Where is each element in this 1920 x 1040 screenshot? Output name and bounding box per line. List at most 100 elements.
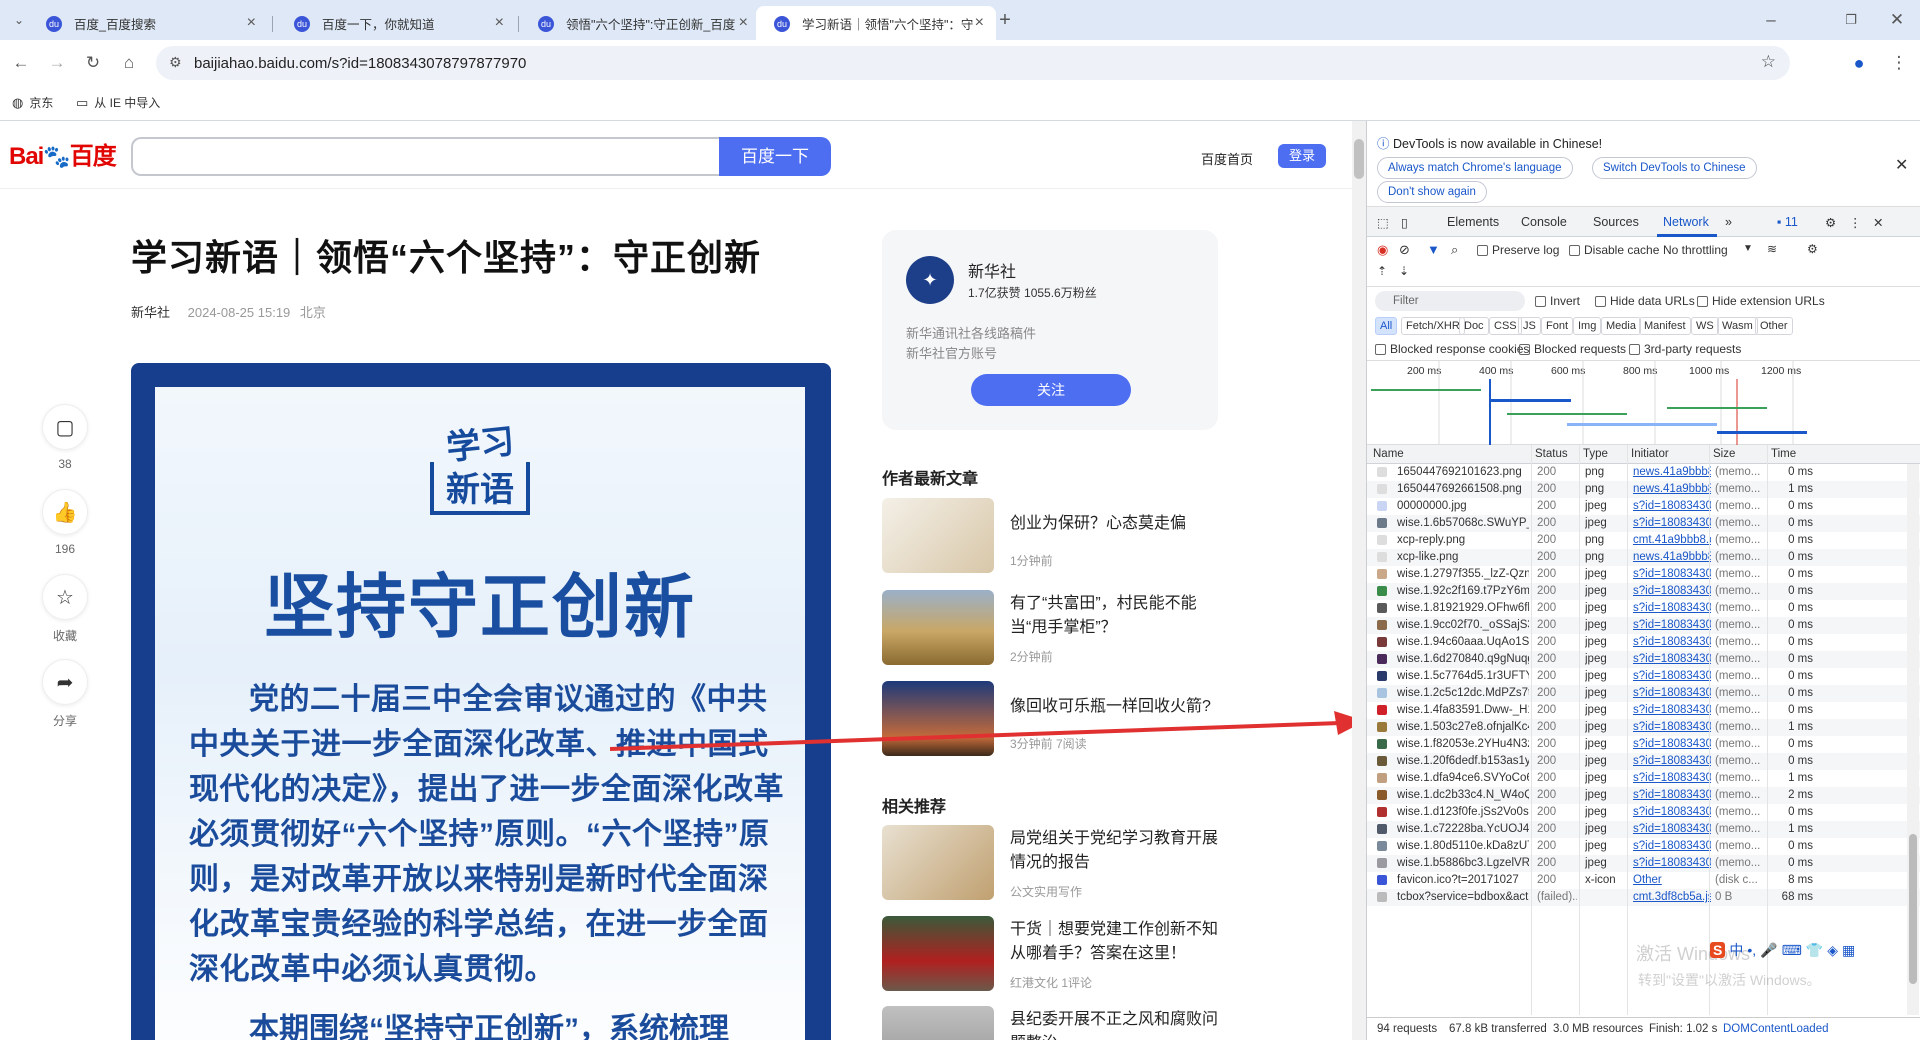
column-initiator[interactable]: Initiator — [1631, 448, 1669, 460]
table-row[interactable]: wise.1.94c60aaa.UqAo1SOO... 200 jpeg s?id=1… — [1367, 634, 1920, 651]
filter-icon[interactable]: ▼ — [1427, 242, 1440, 257]
close-window-icon[interactable]: ✕ — [1884, 7, 1910, 33]
request-name[interactable]: xcp-like.png — [1397, 551, 1529, 563]
request-name[interactable]: wise.1.9cc02f70._oSSajS3ka... — [1397, 619, 1529, 631]
checkbox-icon[interactable] — [1595, 296, 1606, 308]
request-initiator[interactable]: s?id=180834307 — [1633, 772, 1711, 784]
tab-sources[interactable]: Sources — [1593, 215, 1639, 229]
article-card-title[interactable]: 创业为保研？心态莫走偏 — [1010, 512, 1220, 536]
checkbox-icon[interactable] — [1629, 344, 1640, 356]
table-row[interactable]: tcbox?service=bdbox&actio... (failed)... c… — [1367, 889, 1920, 906]
checkbox-icon[interactable] — [1535, 296, 1546, 308]
latest-article-card[interactable]: 有了“共富田”，村民能不能当“甩手掌柜”？ 2分钟前 — [882, 590, 1222, 670]
network-overview-timeline[interactable]: 200 ms 400 ms 600 ms 800 ms 1000 ms 1200… — [1367, 361, 1920, 445]
toolbox-icon[interactable]: ▦ — [1842, 942, 1855, 959]
request-initiator[interactable]: s?id=180834307 — [1633, 687, 1711, 699]
request-initiator[interactable]: s?id=180834307 — [1633, 619, 1711, 631]
url-text[interactable]: baijiahao.baidu.com/s?id=180834307879787… — [194, 55, 526, 72]
table-row[interactable]: wise.1.b5886bc3.LgzelVR0e... 200 jpeg s?id=… — [1367, 855, 1920, 872]
article-card-title[interactable]: 县纪委开展不正之风和腐败问题整治 — [1010, 1008, 1220, 1040]
latest-article-card[interactable]: 像回收可乐瓶一样回收火箭? 3分钟前 7阅读 — [882, 681, 1222, 761]
type-filter-other[interactable]: Other — [1755, 317, 1793, 335]
request-name[interactable]: tcbox?service=bdbox&actio... — [1397, 891, 1529, 903]
clear-icon[interactable]: ⊘ — [1399, 242, 1410, 258]
request-initiator[interactable]: cmt.3df8cb5a.js: — [1633, 891, 1711, 903]
request-initiator[interactable]: news.41a9bbb8.j — [1633, 483, 1711, 495]
request-initiator[interactable]: s?id=180834307 — [1633, 704, 1711, 716]
table-row[interactable]: favicon.ico?t=20171027 200 x-icon Other (dis… — [1367, 872, 1920, 889]
table-row[interactable]: wise.1.dc2b33c4.N_W4oQo... 200 jpeg s?id=18… — [1367, 787, 1920, 804]
keyboard-icon[interactable]: ⌨ — [1782, 942, 1802, 959]
request-initiator[interactable]: cmt.41a9bbb8.ch — [1633, 534, 1711, 546]
record-icon[interactable]: ◉ — [1377, 242, 1388, 258]
browser-tab-3[interactable]: du 领悟"六个坚持":守正创新_百度 × — [520, 6, 760, 40]
table-row[interactable]: wise.1.4fa83591.Dww-_H14... 200 jpeg s?id=1… — [1367, 702, 1920, 719]
bookmark-jd[interactable]: ◍ 京东 — [12, 94, 53, 111]
request-name[interactable]: xcp-reply.png — [1397, 534, 1529, 546]
table-row[interactable]: wise.1.2797f355._lzZ-Qzntvk... 200 jpeg s?i… — [1367, 566, 1920, 583]
table-row[interactable]: wise.1.92c2f169.t7PzY6meV... 200 jpeg s?id=… — [1367, 583, 1920, 600]
tab-elements[interactable]: Elements — [1447, 215, 1499, 229]
request-name[interactable]: wise.1.81921929.OFhw6fhvJ... — [1397, 602, 1529, 614]
request-initiator[interactable]: s?id=180834307 — [1633, 806, 1711, 818]
import-har-icon[interactable]: ⇡ — [1377, 264, 1387, 278]
table-row[interactable]: wise.1.c72228ba.YcUOJ4DN... 200 jpeg s?id=1… — [1367, 821, 1920, 838]
dropdown-arrow-icon[interactable]: ▼ — [1743, 243, 1753, 254]
table-row[interactable]: wise.1.dfa94ce6.SVYoCo6zC... 200 jpeg s?id=… — [1367, 770, 1920, 787]
column-status[interactable]: Status — [1535, 448, 1568, 460]
request-name[interactable]: wise.1.6b57068c.SWuYP_oV... — [1397, 517, 1529, 529]
inspect-element-icon[interactable]: ⬚ — [1377, 215, 1389, 230]
browser-tab-4-active[interactable]: du 学习新语｜领悟"六个坚持"：守 × — [756, 6, 996, 40]
scrollbar-thumb[interactable] — [1909, 834, 1917, 984]
request-initiator[interactable]: s?id=180834307 — [1633, 755, 1711, 767]
table-row[interactable]: wise.1.81921929.OFhw6fhvJ... 200 jpeg s?id=… — [1367, 600, 1920, 617]
request-initiator[interactable]: s?id=180834307 — [1633, 789, 1711, 801]
preserve-log-toggle[interactable]: Preserve log — [1477, 243, 1559, 257]
checkbox-icon[interactable] — [1697, 296, 1708, 308]
latest-article-card[interactable]: 创业为保研？心态莫走偏 1分钟前 — [882, 498, 1222, 578]
disable-cache-toggle[interactable]: Disable cache — [1569, 243, 1659, 257]
request-name[interactable]: wise.1.f82053e.2YHu4N3ztd... — [1397, 738, 1529, 750]
request-name[interactable]: wise.1.2c5c12dc.MdPZs7tGL... — [1397, 687, 1529, 699]
type-filter-css[interactable]: CSS — [1489, 317, 1522, 335]
table-row[interactable]: 00000000.jpg 200 jpeg s?id=180834307 (memo..… — [1367, 498, 1920, 515]
throttling-select[interactable]: No throttling — [1663, 243, 1728, 257]
request-name[interactable]: wise.1.503c27e8.ofnjalKc4C... — [1397, 721, 1529, 733]
type-filter-fetch[interactable]: Fetch/XHR — [1401, 317, 1465, 335]
settings-gear-icon[interactable]: ⚙ — [1825, 215, 1836, 230]
article-thumbnail[interactable] — [882, 590, 994, 665]
related-article-card[interactable]: 干货｜想要党建工作创新不知从哪着手？答案在这里！ 红港文化 1评论 — [882, 916, 1222, 996]
microphone-icon[interactable]: 🎤 — [1760, 942, 1777, 959]
checkbox-icon[interactable] — [1569, 245, 1580, 257]
comment-icon[interactable]: ▢ — [42, 404, 88, 450]
gamepad-icon[interactable]: ◈ — [1827, 942, 1838, 959]
like-action[interactable]: 👍 196 — [40, 489, 90, 560]
request-name[interactable]: wise.1.6d270840.q9gNuqg... — [1397, 653, 1529, 665]
close-devtools-icon[interactable]: ✕ — [1873, 215, 1883, 230]
request-name[interactable]: 00000000.jpg — [1397, 500, 1529, 512]
close-tab-icon[interactable]: × — [247, 14, 256, 32]
table-row[interactable]: wise.1.9cc02f70._oSSajS3ka... 200 jpeg s?id… — [1367, 617, 1920, 634]
skin-icon[interactable]: 👕 — [1806, 942, 1823, 959]
network-settings-icon[interactable]: ⚙ — [1807, 242, 1818, 256]
restore-icon[interactable]: ❐ — [1838, 7, 1864, 33]
column-time[interactable]: Time — [1771, 448, 1796, 460]
table-row[interactable]: wise.1.6d270840.q9gNuqg... 200 jpeg s?id=18… — [1367, 651, 1920, 668]
bookmark-star-icon[interactable]: ☆ — [1761, 52, 1776, 72]
switch-chinese-button[interactable]: Switch DevTools to Chinese — [1592, 157, 1757, 179]
type-filter-js[interactable]: JS — [1518, 317, 1541, 335]
article-card-title[interactable]: 有了“共富田”，村民能不能当“甩手掌柜”？ — [1010, 592, 1220, 640]
share-icon[interactable]: ➦ — [42, 659, 88, 705]
sogou-ime-icon[interactable]: S — [1710, 942, 1726, 958]
home-link[interactable]: 百度首页 — [1201, 149, 1253, 168]
article-thumbnail[interactable] — [882, 825, 994, 900]
request-initiator[interactable]: s?id=180834307 — [1633, 721, 1711, 733]
dont-show-again-button[interactable]: Don't show again — [1377, 181, 1487, 203]
table-row[interactable]: xcp-reply.png 200 png cmt.41a9bbb8.ch (memo.… — [1367, 532, 1920, 549]
column-size[interactable]: Size — [1713, 448, 1735, 460]
type-filter-img[interactable]: Img — [1573, 317, 1602, 335]
site-info-icon[interactable]: ⚙ — [169, 54, 182, 71]
close-tab-icon[interactable]: × — [975, 14, 984, 32]
star-icon[interactable]: ☆ — [42, 574, 88, 620]
type-filter-ws[interactable]: WS — [1691, 317, 1719, 335]
